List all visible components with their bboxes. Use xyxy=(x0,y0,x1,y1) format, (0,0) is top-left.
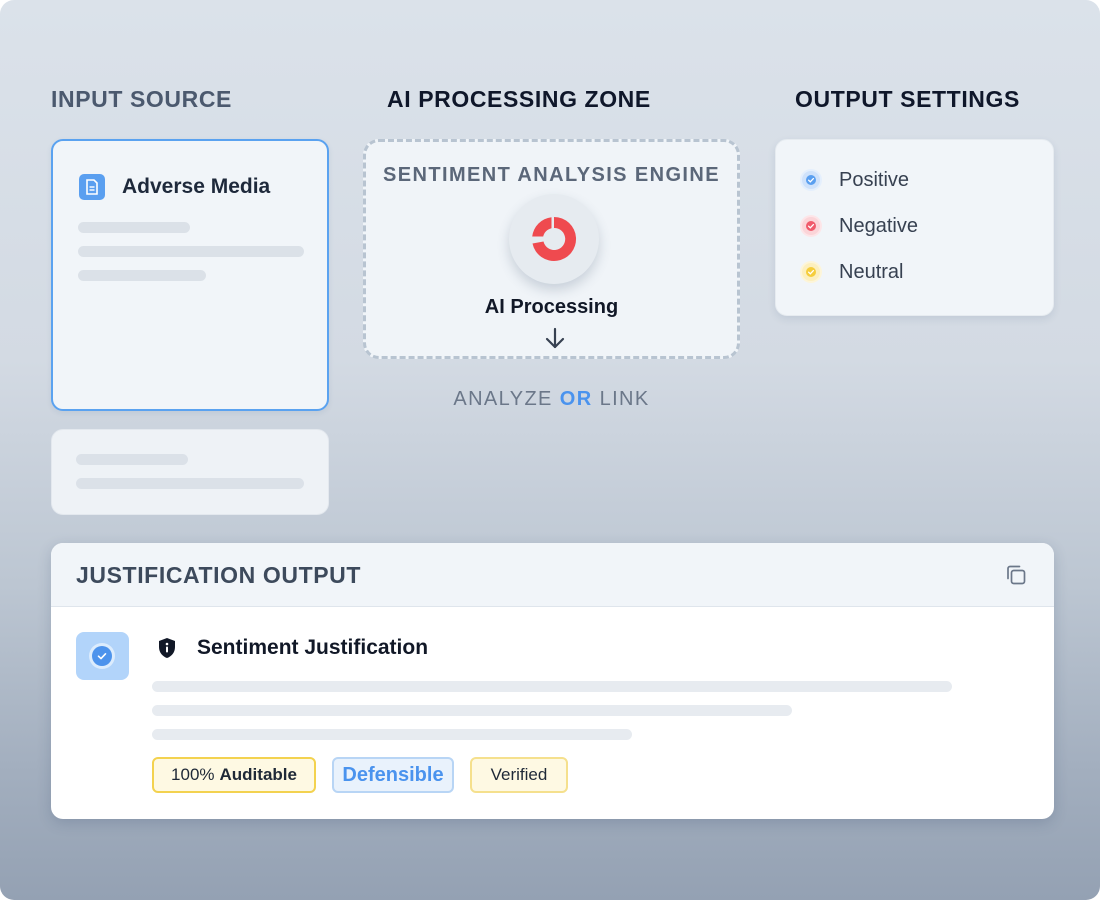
option-neutral[interactable]: Neutral xyxy=(802,260,903,284)
secondary-input-card[interactable] xyxy=(51,429,329,515)
shield-info-icon xyxy=(159,638,175,658)
verified-status-icon xyxy=(76,632,129,680)
justification-header: JUSTIFICATION OUTPUT xyxy=(51,543,1054,607)
placeholder-line xyxy=(78,246,304,257)
option-positive[interactable]: Positive xyxy=(802,168,909,192)
verified-badge: Verified xyxy=(470,757,568,793)
option-label: Negative xyxy=(839,214,918,237)
negative-check-icon xyxy=(802,217,820,235)
placeholder-line xyxy=(76,478,304,489)
defensible-badge: Defensible xyxy=(332,757,454,793)
analyze-or-link: ANALYZE OR LINK xyxy=(363,388,740,411)
placeholder-line xyxy=(152,729,632,740)
auditable-label: Auditable xyxy=(219,765,297,784)
option-label: Positive xyxy=(839,168,910,191)
placeholder-line xyxy=(78,270,206,281)
ai-processing-label: AI Processing xyxy=(484,296,619,318)
placeholder-line xyxy=(76,454,188,465)
positive-check-icon xyxy=(802,171,820,189)
analyze-label: ANALYZE xyxy=(453,388,553,410)
document-icon xyxy=(79,174,105,200)
justification-output-panel: JUSTIFICATION OUTPUT Sentiment Justifica… xyxy=(51,543,1054,819)
placeholder-line xyxy=(152,681,952,692)
option-label: Neutral xyxy=(839,260,904,283)
workflow-canvas: INPUT SOURCE AI PROCESSING ZONE OUTPUT S… xyxy=(0,0,1100,900)
option-negative[interactable]: Negative xyxy=(802,214,918,238)
justification-title: JUSTIFICATION OUTPUT xyxy=(76,562,362,588)
card-title: Adverse Media xyxy=(122,175,271,198)
adverse-media-card[interactable]: Adverse Media xyxy=(51,139,329,411)
output-settings-title: OUTPUT SETTINGS xyxy=(795,86,1020,112)
or-label: OR xyxy=(559,388,593,410)
input-source-title: INPUT SOURCE xyxy=(51,86,232,112)
placeholder-line xyxy=(152,705,792,716)
neutral-check-icon xyxy=(802,263,820,281)
link-label: LINK xyxy=(599,388,650,410)
copy-icon[interactable] xyxy=(1004,563,1028,587)
ai-logo-icon xyxy=(532,216,577,261)
ai-processing-zone-title: AI PROCESSING ZONE xyxy=(387,86,651,112)
placeholder-line xyxy=(78,222,190,233)
auditable-percent: 100% xyxy=(171,765,215,784)
arrow-down-icon xyxy=(545,327,565,349)
output-settings-card: Positive Negative Neutral xyxy=(775,139,1054,316)
ai-engine-logo xyxy=(509,194,599,284)
sentiment-justification-title: Sentiment Justification xyxy=(197,636,429,659)
auditable-badge: 100% Auditable xyxy=(152,757,316,793)
engine-title: SENTIMENT ANALYSIS ENGINE xyxy=(383,164,720,186)
ai-drop-zone[interactable]: SENTIMENT ANALYSIS ENGINE AI Processing xyxy=(363,139,740,359)
